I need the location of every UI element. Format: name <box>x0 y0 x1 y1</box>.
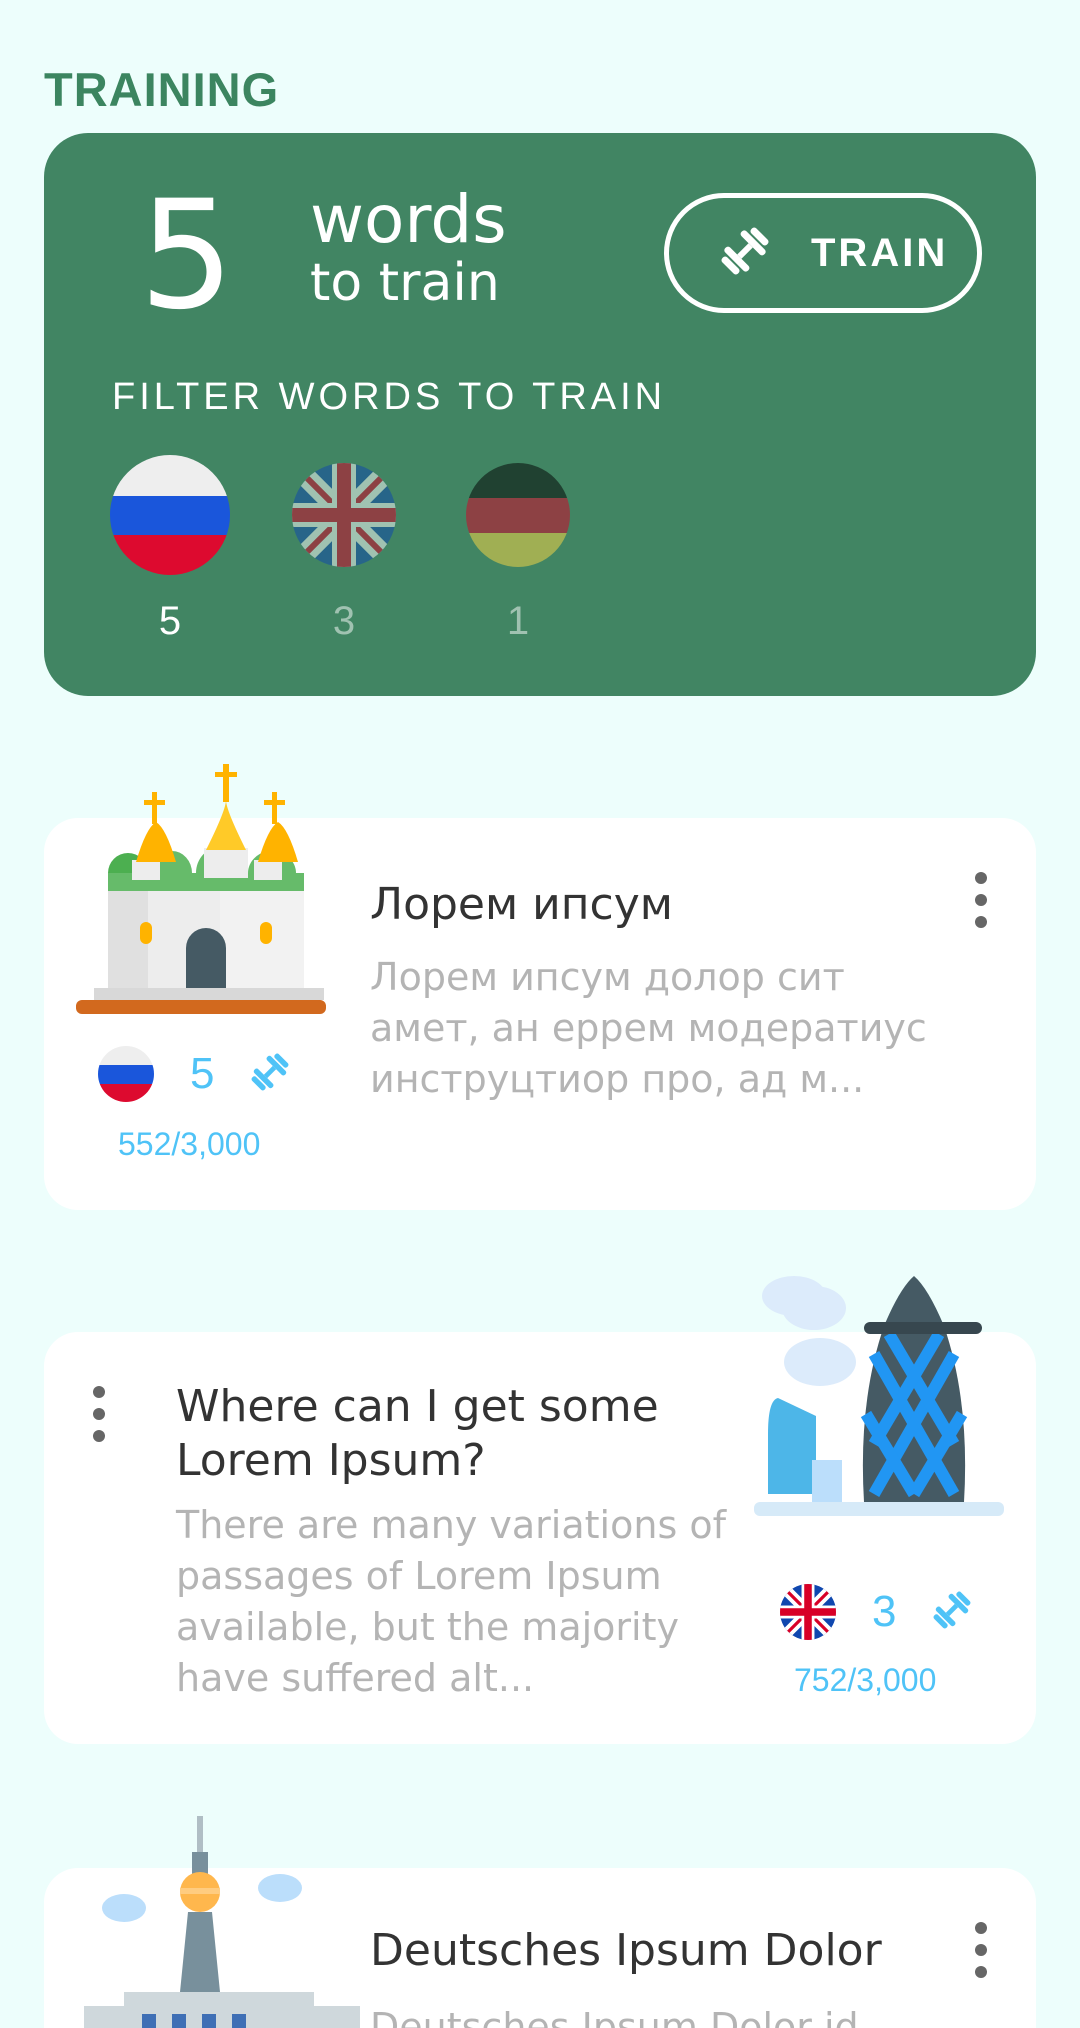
tv-tower-illustration <box>84 1816 364 2028</box>
word-set-card[interactable]: Deutsches Ipsum Dolor Deutsches Ipsum Do… <box>44 1816 1036 2028</box>
card-description: There are many variations of passages of… <box>176 1503 726 1700</box>
words-to-train-count: 5 <box>139 169 235 343</box>
dumbbell-icon <box>717 223 773 284</box>
train-count: 5 <box>190 1049 215 1098</box>
card-title: Лорем ипсум <box>370 879 673 930</box>
word-stats: 3 <box>780 1584 974 1640</box>
word-stats: 5 <box>98 1046 292 1102</box>
card-title: Where can I get some Lorem Ipsum? <box>176 1381 659 1486</box>
filter-count: 1 <box>506 599 530 643</box>
train-button-label: TRAIN <box>811 230 949 275</box>
filter-title: FILTER WORDS TO TRAIN <box>112 376 667 418</box>
progress-text: 752/3,000 <box>794 1662 937 1698</box>
train-button[interactable]: TRAIN <box>664 193 982 313</box>
train-count: 3 <box>872 1587 897 1636</box>
russia-flag-icon <box>98 1046 154 1102</box>
word-set-card[interactable]: 5 552/3,000 Лорем ипсум Лорем ипсум доло… <box>44 764 1036 1210</box>
uk-flag-icon <box>292 463 396 567</box>
uk-flag-icon <box>780 1584 836 1640</box>
russia-flag-icon <box>110 455 230 575</box>
to-train-label: to train <box>310 253 500 313</box>
filter-german[interactable]: 1 <box>458 455 578 644</box>
dumbbell-icon <box>248 1050 292 1099</box>
filter-count: 5 <box>158 599 182 643</box>
filter-english[interactable]: 3 <box>284 455 404 644</box>
card-description: Deutsches Ipsum Dolor id <box>370 2005 859 2028</box>
gherkin-tower-illustration <box>754 1274 1014 1541</box>
progress-text: 552/3,000 <box>118 1126 261 1162</box>
more-options-button[interactable] <box>84 1386 114 1442</box>
training-card: 5 words to train TRAIN FILTER WORDS TO T… <box>44 133 1036 696</box>
card-description: Лорем ипсум долор сит амет, ан еррем мод… <box>370 955 927 1101</box>
filter-russian[interactable]: 5 <box>110 455 230 644</box>
more-options-button[interactable] <box>966 1922 996 1978</box>
filter-count: 3 <box>332 599 356 643</box>
section-title: TRAINING <box>44 63 280 116</box>
card-title: Deutsches Ipsum Dolor <box>370 1925 882 1976</box>
word-set-card[interactable]: Where can I get some Lorem Ipsum? There … <box>44 1276 1036 1744</box>
cathedral-illustration <box>76 760 336 1021</box>
germany-flag-icon <box>466 463 570 567</box>
more-options-button[interactable] <box>966 872 996 928</box>
dumbbell-icon <box>930 1588 974 1637</box>
words-label: words <box>310 181 507 258</box>
